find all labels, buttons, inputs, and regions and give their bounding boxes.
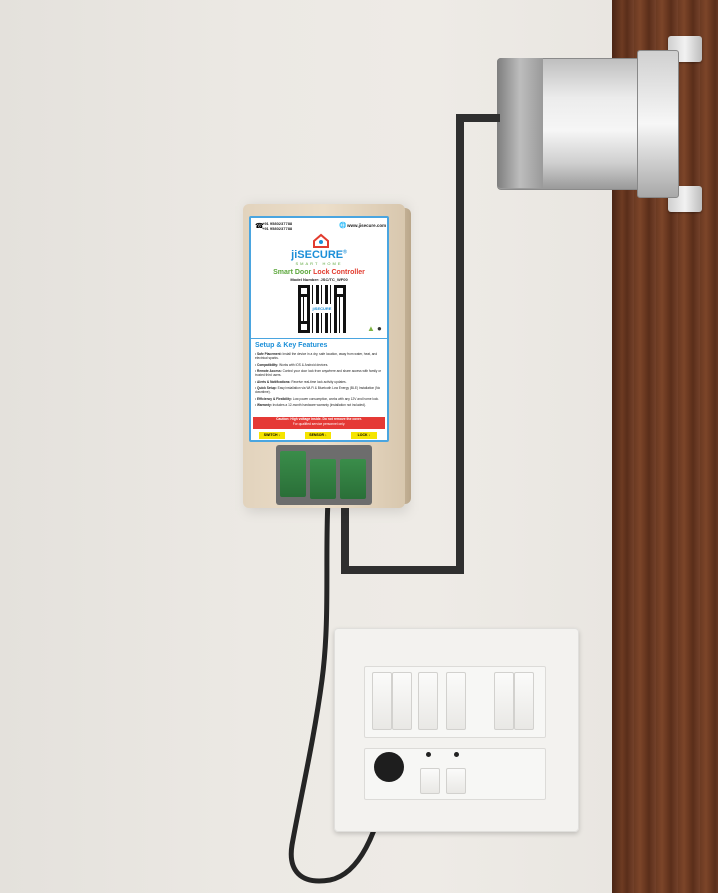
feature-text: Works with iOS & Android devices. bbox=[279, 362, 329, 367]
wall-switch-6[interactable] bbox=[514, 672, 534, 730]
wall-switch-5[interactable] bbox=[494, 672, 514, 730]
brand-registered-mark: ® bbox=[343, 249, 347, 256]
wall-switch-2[interactable] bbox=[392, 672, 412, 730]
circuit-board bbox=[276, 445, 372, 505]
socket-led-2 bbox=[454, 752, 459, 757]
wall-switch-4[interactable] bbox=[446, 672, 466, 730]
feature-text: Receive real-time lock activity updates. bbox=[291, 379, 347, 384]
qr-center-logo: jiSECURE bbox=[311, 304, 333, 313]
feature-item: • Efficiency & Flexibility: Low power co… bbox=[255, 396, 379, 401]
socket-led-1 bbox=[426, 752, 431, 757]
feature-item: • Compatibility: Works with iOS & Androi… bbox=[255, 362, 329, 367]
feature-list: • Safe Placement: Install the device in … bbox=[255, 352, 385, 410]
qr-code[interactable]: jiSECURE bbox=[298, 285, 346, 333]
apple-icon: ● bbox=[377, 324, 382, 333]
model-number: Model Number: JSC/TC_WF00 bbox=[290, 277, 348, 282]
feature-item: • Warranty: Includes a 12-month hardware… bbox=[255, 403, 366, 407]
lock-label: LOCK ↓ bbox=[351, 432, 377, 439]
qr-finder-1 bbox=[298, 285, 310, 297]
feature-heading: Efficiency & Flexibility: bbox=[257, 396, 292, 401]
feature-item: • Alerts & Notifications: Receive real-t… bbox=[255, 379, 347, 384]
feature-item: • Remote Access: Control your door lock … bbox=[255, 369, 382, 377]
sensor-terminal[interactable] bbox=[310, 459, 336, 499]
qr-finder-3 bbox=[298, 321, 310, 333]
switch-terminal[interactable] bbox=[280, 451, 306, 497]
product-title-part2: Lock Controller bbox=[313, 269, 365, 276]
phone-number-2: +91 9580237788 bbox=[262, 226, 293, 231]
feature-item: • Safe Placement: Install the device in … bbox=[255, 352, 378, 360]
caution-line-2: For qualified service personnel only. bbox=[292, 422, 346, 426]
brand-name: jiSECURE® bbox=[251, 250, 387, 261]
house-logo-icon bbox=[313, 233, 329, 248]
sensor-label: SENSOR ↓ bbox=[305, 432, 331, 439]
qr-finder-2 bbox=[334, 285, 346, 297]
plug-head bbox=[374, 752, 404, 782]
feature-text: Low power consumption, works with any 12… bbox=[292, 396, 379, 401]
divider bbox=[251, 338, 387, 339]
feature-item: • Quick Setup: Easy installation via Wi-… bbox=[255, 386, 381, 394]
socket-switch-2[interactable] bbox=[446, 768, 466, 794]
product-label: ☎ +91 9580237788 +91 9580237788 🌐 www.ji… bbox=[249, 216, 389, 442]
brand-subtitle: SMART HOME bbox=[295, 261, 343, 266]
wall-switch-plate bbox=[334, 628, 579, 832]
product-title: Smart Door Lock Controller bbox=[251, 269, 387, 276]
feature-heading: Alerts & Notifications: bbox=[257, 379, 291, 384]
features-title: Setup & Key Features bbox=[255, 342, 328, 349]
caution-banner: Caution: High voltage inside. Do not rem… bbox=[253, 417, 385, 429]
switch-label: SWITCH ↓ bbox=[259, 432, 285, 439]
caution-line-1: Caution: High voltage inside. Do not rem… bbox=[276, 417, 362, 421]
lock-terminal[interactable] bbox=[340, 459, 366, 499]
wall-switch-1[interactable] bbox=[372, 672, 392, 730]
wall-switch-3[interactable] bbox=[418, 672, 438, 730]
feature-heading: Compatibility: bbox=[257, 362, 279, 367]
brand-text: jiSECURE bbox=[291, 249, 344, 261]
socket-switch-1[interactable] bbox=[420, 768, 440, 794]
feature-heading: Warranty: bbox=[257, 403, 272, 407]
android-icon: ▲ bbox=[367, 324, 375, 333]
website-link[interactable]: www.jisecure.com bbox=[347, 223, 386, 229]
globe-icon: 🌐 bbox=[339, 223, 347, 229]
photo-scene: ☎ +91 9580237788 +91 9580237788 🌐 www.ji… bbox=[0, 0, 718, 893]
feature-text: Includes a 12-month hardware warranty (i… bbox=[272, 403, 366, 407]
product-title-part1: Smart Door bbox=[273, 269, 314, 276]
